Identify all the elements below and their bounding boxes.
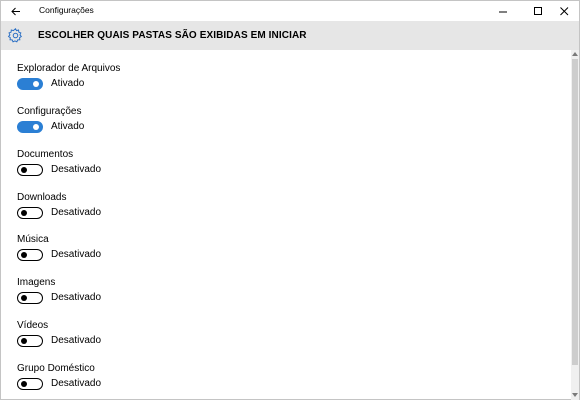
scroll-down-button[interactable] bbox=[571, 391, 579, 399]
window-title: Configurações bbox=[39, 5, 94, 15]
scroll-thumb[interactable] bbox=[572, 59, 578, 365]
setting-label: Imagens bbox=[17, 277, 56, 288]
scroll-up-button[interactable] bbox=[571, 50, 579, 58]
toggle-switch[interactable] bbox=[17, 207, 43, 219]
close-icon bbox=[559, 6, 568, 15]
toggle-state-label: Desativado bbox=[51, 378, 102, 389]
settings-list: Explorador de Arquivos Ativado Configura… bbox=[1, 50, 571, 400]
settings-window: Configurações ESCOLHER QUAIS PASTAS SÃO … bbox=[0, 0, 580, 400]
toggle-switch[interactable] bbox=[17, 249, 43, 261]
setting-label: Vídeos bbox=[17, 320, 49, 331]
chevron-up-icon bbox=[572, 52, 578, 56]
toggle-knob bbox=[20, 380, 27, 387]
setting-label: Documentos bbox=[17, 149, 74, 160]
vertical-scrollbar[interactable] bbox=[571, 50, 579, 400]
toggle-knob bbox=[20, 251, 27, 258]
toggle-switch[interactable] bbox=[17, 335, 43, 347]
setting-label: Downloads bbox=[17, 192, 67, 203]
toggle-state-label: Ativado bbox=[51, 78, 85, 89]
setting-label: Grupo Doméstico bbox=[17, 363, 95, 374]
minimize-icon bbox=[498, 11, 507, 12]
chevron-down-icon bbox=[572, 393, 578, 397]
setting-label: Explorador de Arquivos bbox=[17, 63, 121, 74]
toggle-switch[interactable] bbox=[17, 121, 43, 133]
minimize-button[interactable] bbox=[488, 1, 518, 21]
toggle-knob bbox=[20, 337, 27, 344]
toggle-state-label: Desativado bbox=[51, 249, 102, 260]
toggle-state-label: Desativado bbox=[51, 292, 102, 303]
toggle-knob bbox=[20, 166, 27, 173]
close-button[interactable] bbox=[549, 1, 579, 21]
toggle-knob bbox=[20, 294, 27, 301]
toggle-knob bbox=[20, 209, 27, 216]
toggle-state-label: Desativado bbox=[51, 164, 102, 175]
toggle-switch[interactable] bbox=[17, 292, 43, 304]
page-title: ESCOLHER QUAIS PASTAS SÃO EXIBIDAS EM IN… bbox=[38, 30, 307, 41]
toggle-state-label: Desativado bbox=[51, 207, 102, 218]
toggle-switch[interactable] bbox=[17, 78, 43, 90]
title-bar: Configurações bbox=[1, 1, 579, 21]
toggle-knob bbox=[33, 124, 39, 130]
toggle-state-label: Ativado bbox=[51, 121, 85, 132]
toggle-state-label: Desativado bbox=[51, 335, 102, 346]
toggle-switch[interactable] bbox=[17, 378, 43, 390]
toggle-switch[interactable] bbox=[17, 164, 43, 176]
back-button[interactable] bbox=[7, 3, 25, 19]
page-header: ESCOLHER QUAIS PASTAS SÃO EXIBIDAS EM IN… bbox=[1, 21, 579, 50]
setting-label: Configurações bbox=[17, 106, 82, 117]
maximize-icon bbox=[533, 6, 542, 15]
gear-icon bbox=[7, 27, 23, 43]
setting-label: Música bbox=[17, 234, 49, 245]
back-arrow-icon bbox=[11, 7, 20, 15]
toggle-knob bbox=[33, 81, 39, 87]
